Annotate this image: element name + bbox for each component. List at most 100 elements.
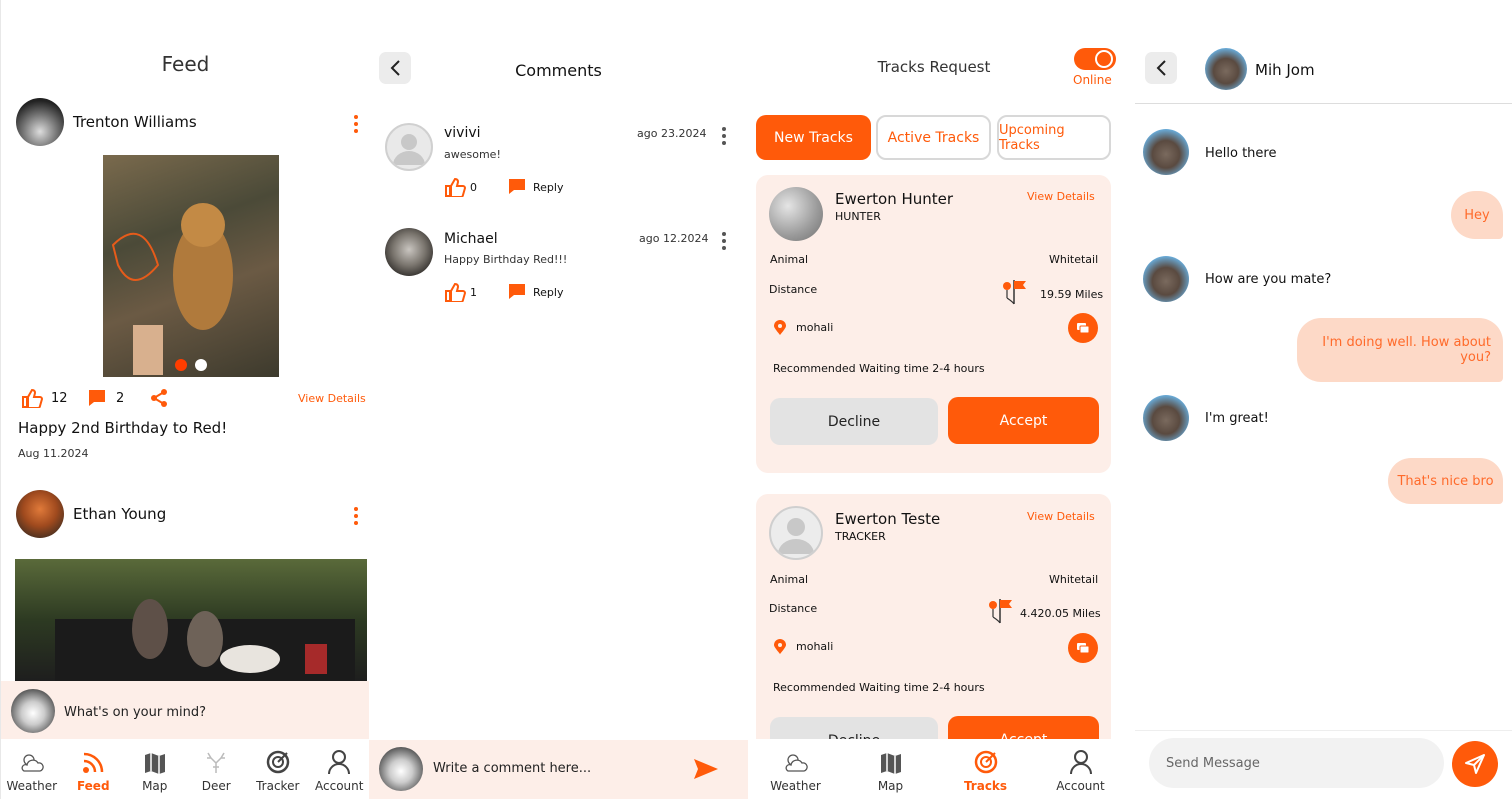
nav-feed[interactable]: Feed [63,739,125,799]
back-button[interactable] [1145,52,1177,84]
chat-button[interactable] [1068,633,1098,663]
tab-active-tracks[interactable]: Active Tracks [876,115,991,160]
nav-account[interactable]: Account [1033,739,1128,799]
comments-screen: Comments vivivi awesome! ago 23.2024 0 R… [369,0,748,799]
waiting-time: Recommended Waiting time 2-4 hours [773,681,985,694]
weather-icon [21,754,44,772]
tab-upcoming-tracks[interactable]: Upcoming Tracks [997,115,1111,160]
view-details-link[interactable]: View Details [1027,190,1095,203]
nav-tracks[interactable]: Tracks [938,739,1033,799]
message-outgoing: That's nice bro [1388,458,1503,504]
requester-role: HUNTER [835,210,881,223]
more-options-icon[interactable] [354,115,358,136]
avatar[interactable] [16,98,64,146]
like-button[interactable] [444,282,467,306]
message-outgoing: I'm doing well. How about you? [1297,318,1503,382]
animal-value: Whitetail [1049,573,1099,586]
avatar[interactable] [769,506,823,560]
account-icon [1069,750,1092,775]
nav-weather[interactable]: Weather [748,739,843,799]
nav-tracker[interactable]: Tracker [247,739,309,799]
chat-button[interactable] [1068,313,1098,343]
reply-label[interactable]: Reply [533,181,563,194]
avatar [1143,129,1189,175]
comment-icon [509,284,525,299]
comment-button[interactable] [88,389,106,411]
avatar [379,747,423,791]
nav-map[interactable]: Map [843,739,938,799]
send-button[interactable] [693,758,719,784]
rss-icon [83,752,104,773]
decline-button[interactable]: Decline [770,398,938,445]
carousel-dot[interactable] [195,359,207,371]
more-options-icon[interactable] [722,232,726,253]
chat-icon [1077,643,1090,654]
send-button[interactable] [1452,741,1498,787]
avatar[interactable] [769,187,823,241]
comment-icon [509,179,525,194]
track-request-card: Ewerton Teste TRACKER View Details Anima… [756,494,1111,764]
like-button[interactable] [21,388,44,412]
like-button[interactable] [444,177,467,201]
weather-icon [785,754,808,772]
online-toggle[interactable] [1074,48,1116,70]
share-button[interactable] [150,389,168,411]
distance-value: 4.420.05 Miles [1020,607,1101,620]
view-details-link[interactable]: View Details [298,392,366,405]
animal-label: Animal [770,253,809,266]
message-incoming: How are you mate? [1205,272,1332,287]
accept-button[interactable]: Accept [948,397,1099,444]
location-pin-icon [773,639,787,659]
page-title: Tracks Request [877,58,991,76]
nav-label: Weather [770,779,821,793]
avatar [1143,395,1189,441]
avatar[interactable] [385,228,433,276]
comment-text: awesome! [444,148,501,161]
requester-name: Ewerton Teste [835,510,941,528]
reply-label[interactable]: Reply [533,286,563,299]
message-incoming: Hello there [1205,146,1277,161]
toggle-knob [1095,50,1113,68]
nav-account[interactable]: Account [309,739,370,799]
chat-icon [1077,323,1090,334]
reply-button[interactable] [508,283,526,303]
nav-weather[interactable]: Weather [1,739,63,799]
post-author[interactable]: Ethan Young [73,505,166,523]
post-image[interactable] [15,559,367,681]
carousel-dot-active[interactable] [175,359,187,371]
location-value: mohali [796,321,834,334]
nav-label: Tracker [256,779,300,793]
reply-button[interactable] [508,178,526,198]
account-icon [328,750,351,775]
nav-map[interactable]: Map [124,739,186,799]
deer-icon [207,752,226,773]
bottom-nav: Weather Feed Map Deer Tracker Account [1,739,369,799]
nav-label: Tracks [963,779,1008,793]
waiting-time: Recommended Waiting time 2-4 hours [773,362,985,375]
message-input[interactable]: Send Message [1149,738,1444,788]
chat-screen: Mih Jom Hello there Hey How are you mate… [1135,0,1512,799]
composer-placeholder[interactable]: What's on your mind? [64,705,206,720]
share-icon [151,389,167,407]
contact-avatar[interactable] [1205,48,1247,90]
comment-composer: Write a comment here... [369,740,748,799]
tab-new-tracks[interactable]: New Tracks [756,115,871,160]
contact-name: Mih Jom [1255,61,1315,79]
avatar[interactable] [385,123,433,171]
avatar[interactable] [16,490,64,538]
feed-screen: Feed Trenton Williams 12 2 View Details … [0,0,369,799]
post-composer[interactable]: What's on your mind? [1,681,369,741]
nav-label: Account [1056,779,1105,793]
nav-label: Account [315,779,364,793]
more-options-icon[interactable] [354,507,358,528]
post-date: Aug 11.2024 [18,447,89,460]
comment-input[interactable]: Write a comment here... [433,761,591,776]
post-author[interactable]: Trenton Williams [73,113,197,131]
comment-text: Happy Birthday Red!!! [444,253,568,266]
nav-deer[interactable]: Deer [186,739,248,799]
post-image[interactable] [103,155,279,377]
view-details-link[interactable]: View Details [1027,510,1095,523]
more-options-icon[interactable] [722,127,726,148]
route-flags-icon [1002,278,1030,312]
requester-role: TRACKER [835,530,886,543]
